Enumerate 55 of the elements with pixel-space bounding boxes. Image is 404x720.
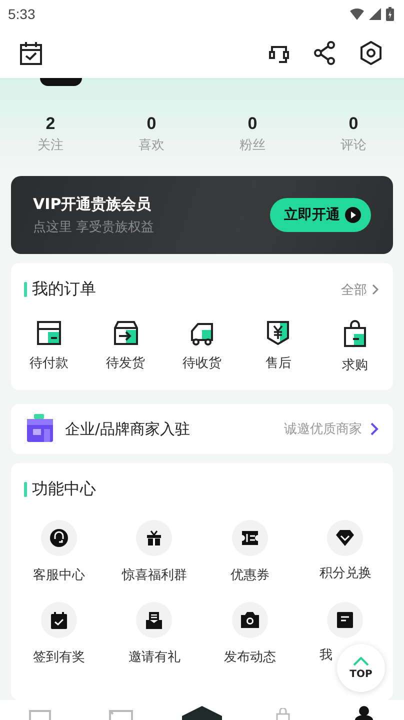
section-title: 功能中心 [32,479,96,500]
play-icon [345,207,361,223]
calendar-check-icon[interactable] [50,612,67,628]
stat-count[interactable]: 0 [248,114,258,134]
headset-icon[interactable] [50,529,68,547]
wifi-icon [350,8,364,20]
function-label[interactable]: 发布动态 [224,650,276,665]
note-icon[interactable] [337,612,354,628]
caret-up-icon [353,656,369,666]
calendar-check-icon[interactable] [20,41,42,65]
profile-icon[interactable] [354,706,374,720]
merchant-title: 企业/品牌商家入驻 [65,420,190,438]
vip-title: VIP开通贵族会员 [33,194,152,214]
status-time: 5:33 [8,6,36,22]
gift-icon[interactable] [146,530,162,546]
stat-count[interactable]: 0 [146,114,156,134]
function-label[interactable]: 惊喜福利群 [122,568,187,583]
camera-icon[interactable] [240,612,259,628]
diamond-icon[interactable] [336,530,354,546]
merchant-card[interactable]: 企业/品牌商家入驻 诚邀优质商家 [11,404,393,454]
stat-count[interactable]: 2 [46,114,56,134]
all-link[interactable]: 全部 [341,280,367,298]
activate-button[interactable]: 立即开通 [270,198,371,232]
settings-icon[interactable] [360,41,382,65]
ticket-icon[interactable] [242,531,258,545]
shopping-bag-icon[interactable] [342,320,367,348]
order-label[interactable]: 待付款 [30,354,69,372]
stat-count[interactable]: 0 [348,114,358,134]
chevron-right-icon[interactable] [370,422,379,436]
section-marker [24,282,27,297]
vip-subtitle: 点这里 享受贵族权益 [33,218,156,236]
back-to-top-button[interactable]: TOP [337,644,385,692]
section-marker [24,482,27,497]
order-label[interactable]: 求购 [342,356,368,374]
wallet-icon[interactable] [36,320,62,346]
share-icon[interactable] [314,41,336,65]
order-label[interactable]: 待收货 [182,354,222,372]
section-title: 我的订单 [32,279,96,300]
function-label[interactable]: 邀请有礼 [128,650,180,665]
function-label[interactable]: 签到有奖 [32,650,85,665]
yen-shield-icon[interactable] [266,320,290,346]
function-label[interactable]: 积分兑换 [319,566,372,581]
inbox-icon[interactable] [146,612,162,628]
chevron-right-icon[interactable] [372,284,379,295]
hexagon-icon[interactable] [182,706,222,720]
order-label[interactable]: 待发货 [106,354,146,372]
function-label[interactable]: 优惠券 [230,568,270,583]
function-label[interactable]: 客服中心 [32,568,85,583]
avatar[interactable] [40,78,82,86]
signal-icon [369,8,381,20]
battery-icon [386,7,394,21]
order-label[interactable]: 售后 [265,354,292,372]
vip-banner[interactable]: VIP开通贵族会员 点这里 享受贵族权益 立即开通 [11,176,393,254]
box-arrow-icon[interactable] [112,320,139,346]
function-label[interactable]: 我 [319,648,332,663]
